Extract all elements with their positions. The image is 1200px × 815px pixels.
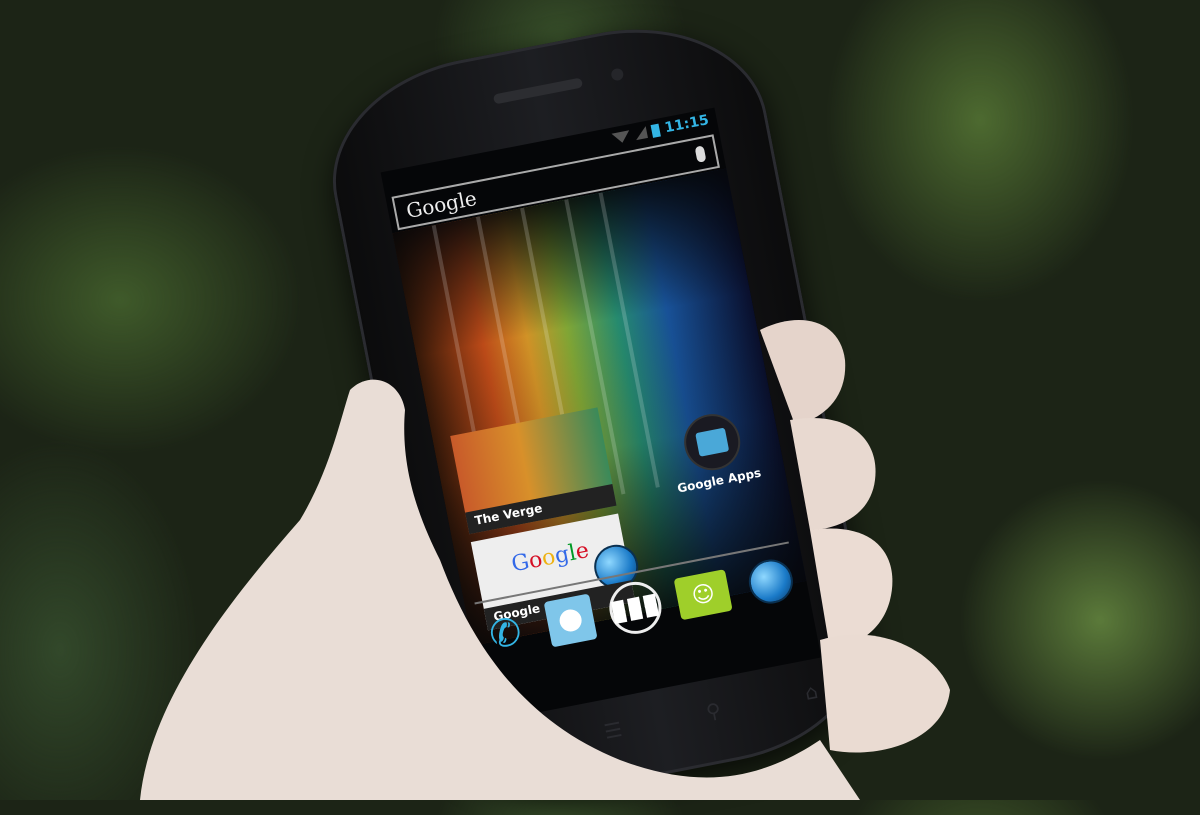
hand xyxy=(140,320,950,800)
